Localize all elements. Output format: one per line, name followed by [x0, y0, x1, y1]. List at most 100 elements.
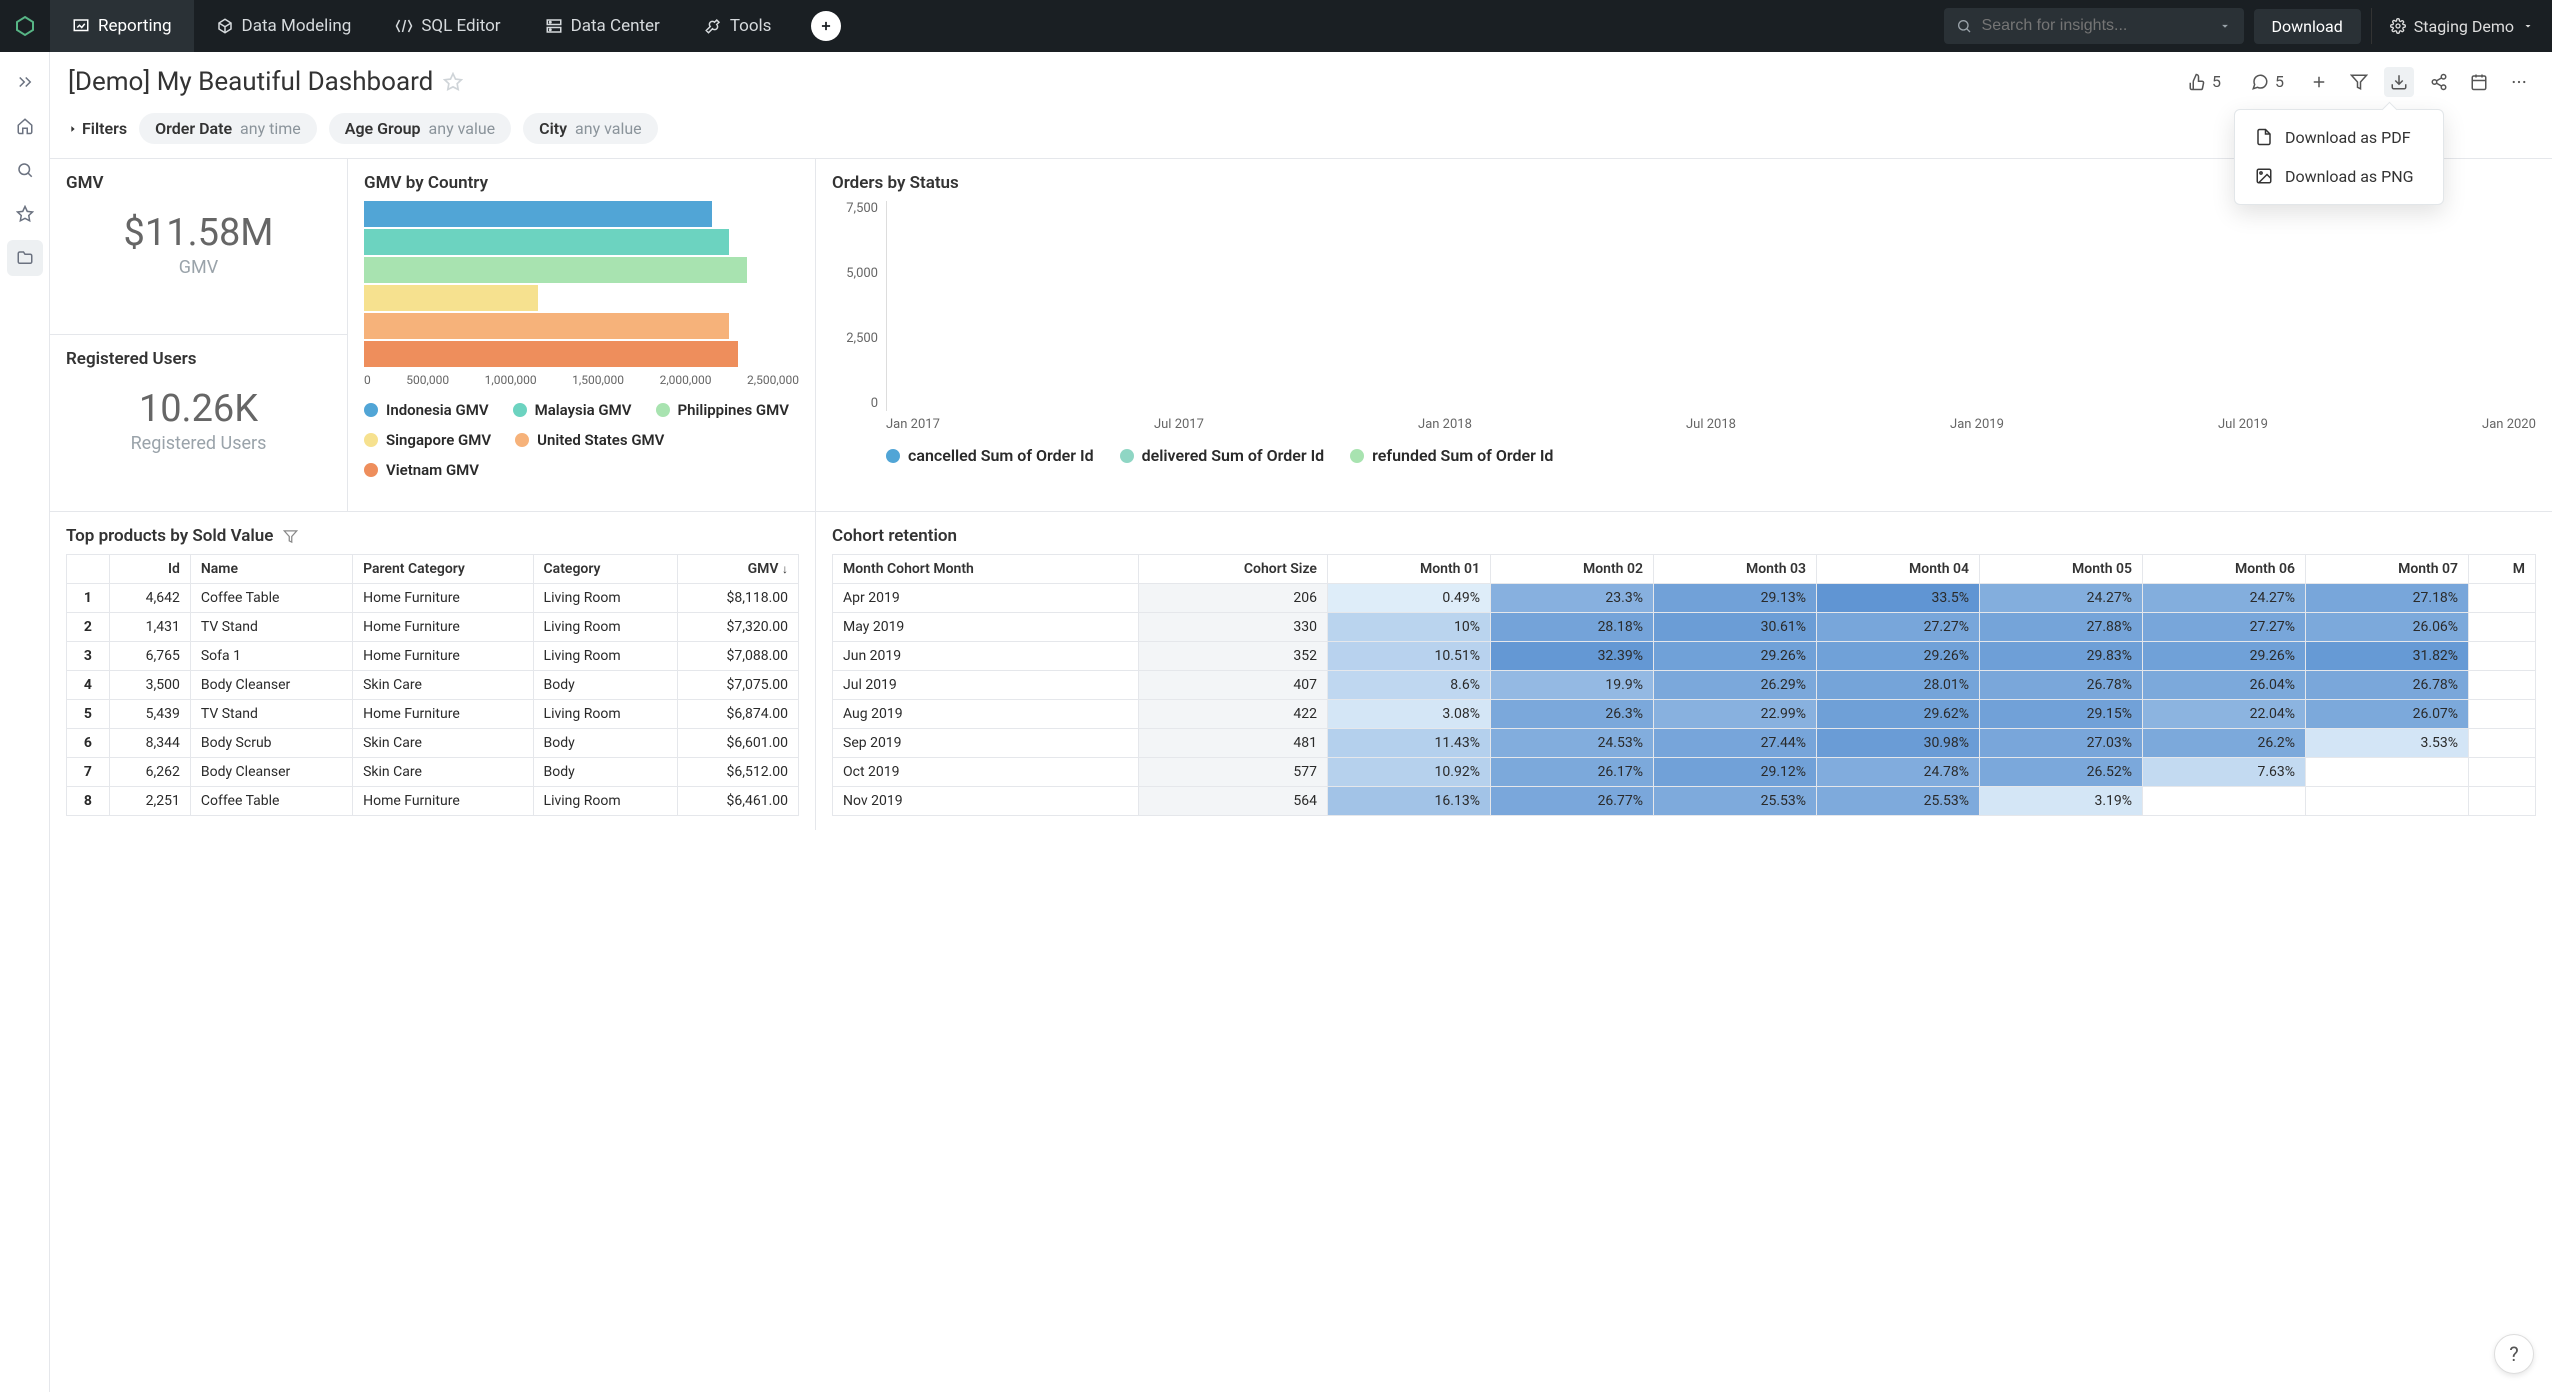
table-row[interactable]: Jul 20194078.6%19.9%26.29%28.01%26.78%26…: [833, 671, 2536, 700]
gmv-country-xaxis: 0500,0001,000,0001,500,0002,000,0002,500…: [364, 373, 799, 387]
table-header[interactable]: Id: [109, 555, 190, 584]
orders-status-legend: cancelled Sum of Order Id delivered Sum o…: [886, 446, 2536, 465]
legend-item[interactable]: delivered Sum of Order Id: [1120, 446, 1325, 465]
filter-chip[interactable]: City any value: [523, 113, 658, 144]
likes-button[interactable]: 5: [2178, 66, 2231, 97]
search-icon: [16, 161, 34, 179]
table-header[interactable]: Month 06: [2143, 555, 2306, 584]
legend-item[interactable]: United States GMV: [515, 431, 664, 449]
table-row[interactable]: Aug 20194223.08%26.3%22.99%29.62%29.15%2…: [833, 700, 2536, 729]
table-header[interactable]: Name: [190, 555, 352, 584]
filters-toggle[interactable]: Filters: [68, 119, 127, 138]
table-header[interactable]: Month 05: [1980, 555, 2143, 584]
more-button[interactable]: [2504, 67, 2534, 97]
share-button[interactable]: [2424, 67, 2454, 97]
legend-item[interactable]: Singapore GMV: [364, 431, 491, 449]
table-header[interactable]: Month 07: [2306, 555, 2469, 584]
nav-data-modeling[interactable]: Data Modeling: [194, 0, 374, 52]
top-navbar: Reporting Data Modeling SQL Editor Data …: [0, 0, 2552, 52]
search-icon: [1956, 18, 1972, 34]
more-icon: [2510, 73, 2528, 91]
download-png-item[interactable]: Download as PNG: [2235, 157, 2443, 196]
table-header[interactable]: M: [2469, 555, 2536, 584]
table-row[interactable]: 55,439TV StandHome FurnitureLiving Room$…: [67, 700, 799, 729]
filter-button[interactable]: [2344, 67, 2374, 97]
left-rail: [0, 52, 50, 1392]
table-header[interactable]: Month 01: [1327, 555, 1490, 584]
gear-icon: [2390, 18, 2406, 34]
global-search[interactable]: [1944, 8, 2244, 44]
panel-gmv: GMV $11.58M GMV: [50, 159, 348, 335]
nav-data-center-label: Data Center: [571, 16, 660, 36]
global-search-input[interactable]: [1982, 17, 2208, 35]
table-header[interactable]: GMV ↓: [677, 555, 798, 584]
download-pdf-item[interactable]: Download as PDF: [2235, 118, 2443, 157]
table-header[interactable]: Month 03: [1653, 555, 1816, 584]
help-button[interactable]: ?: [2494, 1334, 2534, 1374]
nav-reporting[interactable]: Reporting: [50, 0, 194, 52]
table-row[interactable]: 76,262Body CleanserSkin CareBody$6,512.0…: [67, 758, 799, 787]
rail-favorites[interactable]: [7, 196, 43, 232]
legend-item[interactable]: Vietnam GMV: [364, 461, 479, 479]
table-row[interactable]: Nov 201956416.13%26.77%25.53%25.53%3.19%: [833, 787, 2536, 816]
top-products-table: IdNameParent CategoryCategoryGMV ↓14,642…: [66, 554, 799, 816]
table-row[interactable]: 68,344Body ScrubSkin CareBody$6,601.00: [67, 729, 799, 758]
reporting-icon: [72, 17, 90, 35]
schedule-button[interactable]: [2464, 67, 2494, 97]
comments-button[interactable]: 5: [2241, 66, 2294, 97]
table-header[interactable]: Month 04: [1817, 555, 1980, 584]
filter-chip[interactable]: Order Date any time: [139, 113, 317, 144]
global-add-button[interactable]: [811, 11, 841, 41]
panel-gmv-country-title: GMV by Country: [364, 173, 799, 193]
table-row[interactable]: May 201933010%28.18%30.61%27.27%27.88%27…: [833, 613, 2536, 642]
cohort-title: Cohort retention: [832, 526, 2536, 546]
nav-data-center[interactable]: Data Center: [523, 0, 682, 52]
app-logo[interactable]: [0, 0, 50, 52]
wrench-icon: [704, 17, 722, 35]
table-header[interactable]: Parent Category: [353, 555, 533, 584]
table-header[interactable]: Cohort Size: [1138, 555, 1327, 584]
legend-item[interactable]: Philippines GMV: [656, 401, 789, 419]
orders-status-xaxis: Jan 2017Jul 2017Jan 2018Jul 2018Jan 2019…: [886, 417, 2536, 432]
table-header[interactable]: Month Cohort Month: [833, 555, 1139, 584]
table-row[interactable]: 36,765Sofa 1Home FurnitureLiving Room$7,…: [67, 642, 799, 671]
comment-icon: [2251, 73, 2269, 91]
favorite-toggle[interactable]: [443, 72, 463, 92]
add-widget-button[interactable]: [2304, 67, 2334, 97]
nav-data-modeling-label: Data Modeling: [242, 16, 352, 36]
rail-folders[interactable]: [7, 240, 43, 276]
table-row[interactable]: Jun 201935210.51%32.39%29.26%29.26%29.83…: [833, 642, 2536, 671]
panel-registered-users: Registered Users 10.26K Registered Users: [50, 335, 348, 511]
legend-item[interactable]: Malaysia GMV: [513, 401, 632, 419]
table-row[interactable]: 43,500Body CleanserSkin CareBody$7,075.0…: [67, 671, 799, 700]
rail-search[interactable]: [7, 152, 43, 188]
table-row[interactable]: 14,642Coffee TableHome FurnitureLiving R…: [67, 584, 799, 613]
panel-orders-by-status: Orders by Status 7,5005,0002,5000 Jan 20…: [816, 159, 2552, 511]
table-row[interactable]: Apr 20192060.49%23.3%29.13%33.5%24.27%24…: [833, 584, 2536, 613]
table-row[interactable]: 82,251Coffee TableHome FurnitureLiving R…: [67, 787, 799, 816]
users-value: 10.26K: [66, 387, 331, 431]
table-header[interactable]: Month 02: [1490, 555, 1653, 584]
environment-label: Staging Demo: [2414, 17, 2514, 36]
table-header[interactable]: [67, 555, 110, 584]
legend-item[interactable]: Indonesia GMV: [364, 401, 489, 419]
legend-item[interactable]: cancelled Sum of Order Id: [886, 446, 1094, 465]
environment-switcher[interactable]: Staging Demo: [2371, 8, 2552, 44]
table-row[interactable]: Sep 201948111.43%24.53%27.44%30.98%27.03…: [833, 729, 2536, 758]
rail-home[interactable]: [7, 108, 43, 144]
table-header[interactable]: Category: [533, 555, 677, 584]
rail-expand[interactable]: [7, 64, 43, 100]
nav-sql-editor[interactable]: SQL Editor: [373, 0, 522, 52]
download-button[interactable]: Download as PDF Download as PNG: [2384, 67, 2414, 97]
filter-chip[interactable]: Age Group any value: [329, 113, 511, 144]
legend-item[interactable]: refunded Sum of Order Id: [1350, 446, 1553, 465]
table-row[interactable]: 21,431TV StandHome FurnitureLiving Room$…: [67, 613, 799, 642]
nav-tools[interactable]: Tools: [682, 0, 794, 52]
caret-right-icon: [68, 124, 78, 134]
table-row[interactable]: Oct 201957710.92%26.17%29.12%24.78%26.52…: [833, 758, 2536, 787]
cohort-table: Month Cohort MonthCohort SizeMonth 01Mon…: [832, 554, 2536, 816]
filter-icon[interactable]: [283, 529, 298, 544]
download-icon: [2390, 73, 2408, 91]
caret-down-icon: [2522, 20, 2534, 32]
nav-reporting-label: Reporting: [98, 16, 172, 36]
